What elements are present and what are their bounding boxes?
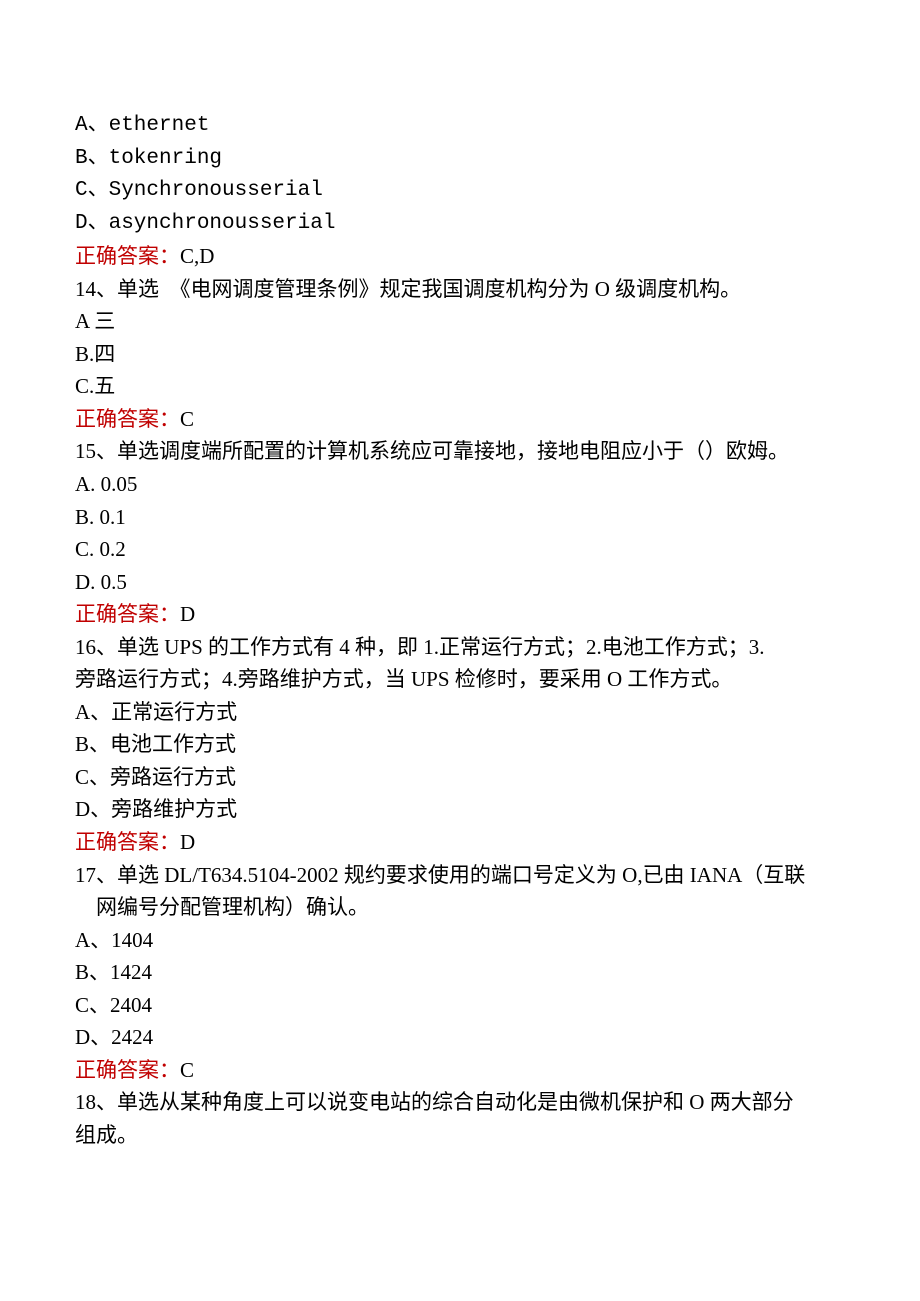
q15-option-d: D. 0.5 xyxy=(75,566,845,599)
q15-option-b: B. 0.1 xyxy=(75,501,845,534)
answer-label: 正确答案： xyxy=(75,602,180,626)
q13-option-a: A、ethernet xyxy=(75,110,845,143)
q15-answer: 正确答案：D xyxy=(75,598,845,631)
q17-option-a: A、1404 xyxy=(75,924,845,957)
q18-stem-line1: 18、单选从某种角度上可以说变电站的综合自动化是由微机保护和 O 两大部分 xyxy=(75,1086,845,1119)
q15-stem: 15、单选调度端所配置的计算机系统应可靠接地，接地电阻应小于（）欧姆。 xyxy=(75,435,845,468)
q16-option-b: B、电池工作方式 xyxy=(75,728,845,761)
q17-option-d: D、2424 xyxy=(75,1021,845,1054)
q13-option-c: C、Synchronousserial xyxy=(75,175,845,208)
answer-value: D xyxy=(180,602,195,626)
answer-label: 正确答案： xyxy=(75,244,180,268)
q13-answer: 正确答案：C,D xyxy=(75,240,845,273)
answer-label: 正确答案： xyxy=(75,830,180,854)
q17-stem-line1: 17、单选 DL/T634.5104-2002 规约要求使用的端口号定义为 O,… xyxy=(75,859,845,892)
q14-stem: 14、单选 《电网调度管理条例》规定我国调度机构分为 O 级调度机构。 xyxy=(75,273,845,306)
q13-option-b: B、tokenring xyxy=(75,143,845,176)
answer-label: 正确答案： xyxy=(75,407,180,431)
answer-value: C,D xyxy=(180,244,214,268)
q16-option-c: C、旁路运行方式 xyxy=(75,761,845,794)
q16-stem-line1: 16、单选 UPS 的工作方式有 4 种，即 1.正常运行方式；2.电池工作方式… xyxy=(75,631,845,664)
q14-option-c: C.五 xyxy=(75,370,845,403)
q16-option-a: A、正常运行方式 xyxy=(75,696,845,729)
q18-stem-line2: 组成。 xyxy=(75,1119,845,1152)
q16-stem-line2: 旁路运行方式；4.旁路维护方式，当 UPS 检修时，要采用 O 工作方式。 xyxy=(75,663,845,696)
q16-answer: 正确答案：D xyxy=(75,826,845,859)
answer-value: C xyxy=(180,407,194,431)
q17-stem-line2: 网编号分配管理机构）确认。 xyxy=(75,891,845,924)
q14-option-a: A 三 xyxy=(75,305,845,338)
q17-option-c: C、2404 xyxy=(75,989,845,1022)
answer-label: 正确答案： xyxy=(75,1058,180,1082)
q14-option-b: B.四 xyxy=(75,338,845,371)
answer-value: C xyxy=(180,1058,194,1082)
q17-answer: 正确答案：C xyxy=(75,1054,845,1087)
answer-value: D xyxy=(180,830,195,854)
document-page: A、ethernet B、tokenring C、Synchronousseri… xyxy=(0,0,920,1212)
q15-option-a: A. 0.05 xyxy=(75,468,845,501)
q16-option-d: D、旁路维护方式 xyxy=(75,793,845,826)
q14-answer: 正确答案：C xyxy=(75,403,845,436)
q15-option-c: C. 0.2 xyxy=(75,533,845,566)
q13-option-d: D、asynchronousserial xyxy=(75,208,845,241)
q17-option-b: B、1424 xyxy=(75,956,845,989)
